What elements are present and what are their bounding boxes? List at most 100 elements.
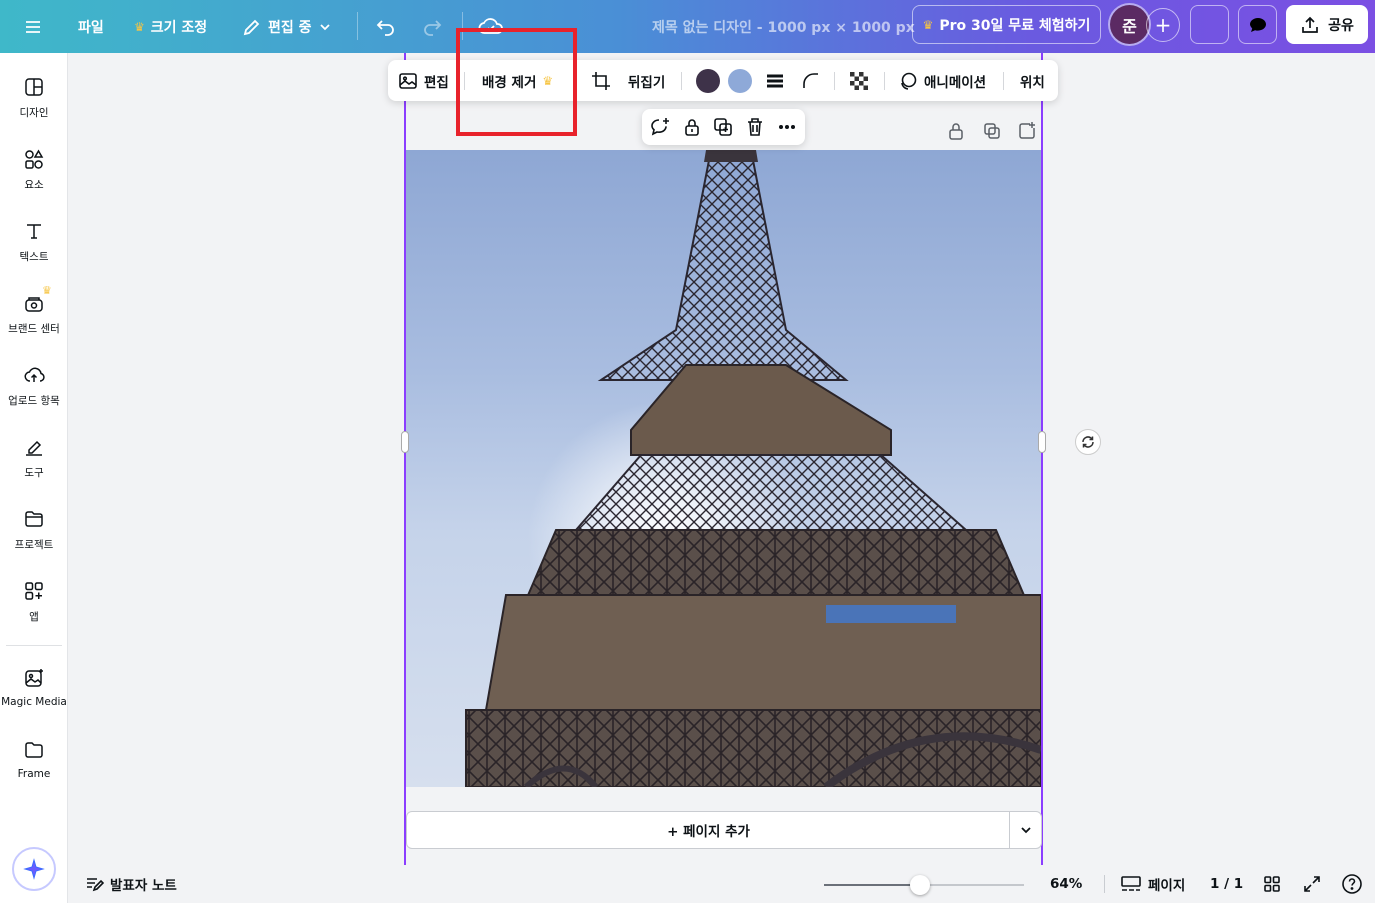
- color-swatch-dark[interactable]: [696, 69, 720, 93]
- add-page-button[interactable]: + 페이지 추가: [407, 812, 1010, 848]
- sidebar-item-design[interactable]: 디자인: [0, 76, 68, 120]
- sidebar-item-tools[interactable]: 도구: [0, 436, 68, 480]
- editing-label: 편집 중: [268, 19, 312, 36]
- resize-handle-right[interactable]: [1038, 431, 1046, 453]
- transparency-icon: [850, 71, 868, 90]
- menu-button[interactable]: [22, 0, 44, 53]
- pencil-icon: [243, 19, 260, 35]
- border-style-button[interactable]: [764, 60, 786, 101]
- sidebar-item-uploads[interactable]: 업로드 항목: [0, 364, 68, 408]
- sidebar-item-projects[interactable]: 프로젝트: [0, 508, 68, 552]
- rotate-icon: [1082, 436, 1094, 448]
- text-icon: [27, 224, 41, 239]
- pages-button[interactable]: 페이지: [1120, 865, 1185, 903]
- apps-icon: [25, 582, 43, 600]
- divider: [681, 72, 682, 90]
- avatar[interactable]: 준: [1110, 5, 1149, 44]
- crown-icon: ♛: [42, 284, 52, 297]
- add-comment-button[interactable]: [648, 115, 672, 139]
- add-page-icon: [1019, 122, 1035, 139]
- magic-assistant-button[interactable]: [12, 847, 56, 891]
- pro-trial-label: Pro 30일 무료 체험하기: [939, 17, 1091, 34]
- undo-icon: [376, 19, 394, 36]
- flip-button[interactable]: 뒤집기: [628, 60, 665, 101]
- page-counter: 1 / 1: [1210, 865, 1243, 903]
- file-menu[interactable]: 파일: [78, 0, 104, 53]
- redo-button[interactable]: [420, 0, 444, 53]
- add-page-bar: + 페이지 추가: [406, 811, 1042, 849]
- grid-icon: [1264, 876, 1280, 892]
- crop-button[interactable]: [590, 60, 612, 101]
- animate-label: 애니메이션: [924, 74, 987, 91]
- page-add-button[interactable]: [1017, 121, 1037, 141]
- divider: [1104, 875, 1105, 893]
- trash-icon: [748, 118, 762, 136]
- notes-icon: [87, 878, 104, 892]
- position-label: 위치: [1020, 74, 1045, 91]
- invite-plus-button[interactable]: +: [1146, 8, 1180, 42]
- sparkle-icon: [23, 858, 45, 880]
- sidebar-item-elements[interactable]: 요소: [0, 148, 68, 192]
- grid-view-button[interactable]: [1262, 865, 1282, 903]
- divider: [1003, 72, 1004, 90]
- chevron-down-icon: [319, 23, 330, 30]
- notes-label: 발표자 노트: [110, 878, 177, 894]
- lock-icon: [949, 123, 963, 140]
- delete-button[interactable]: [743, 115, 767, 139]
- editing-mode-dropdown[interactable]: 편집 중: [242, 0, 332, 53]
- zoom-slider-fill: [824, 884, 920, 886]
- element-mini-toolbar: [642, 109, 805, 145]
- design-title[interactable]: 제목 없는 디자인 - 1000 px × 1000 px: [652, 0, 915, 53]
- fullscreen-button[interactable]: [1302, 865, 1322, 903]
- comments-button[interactable]: [1238, 5, 1277, 44]
- sidebar-item-text[interactable]: 텍스트: [0, 220, 68, 264]
- page-duplicate-button[interactable]: [982, 121, 1002, 141]
- share-button[interactable]: 공유: [1286, 5, 1368, 44]
- page-lock-button[interactable]: [946, 121, 966, 141]
- image-edit-icon: [399, 72, 417, 89]
- folder-icon: [25, 511, 43, 527]
- corner-rounding-button[interactable]: [800, 60, 822, 101]
- edit-label: 편집: [424, 74, 449, 91]
- elements-icon: [25, 149, 44, 169]
- comment-add-icon: [651, 118, 669, 136]
- draw-icon: [26, 440, 42, 456]
- edit-image-button[interactable]: 편집: [398, 60, 449, 101]
- sidebar-item-label: 프로젝트: [14, 539, 54, 551]
- eiffel-tower-image[interactable]: [406, 150, 1041, 787]
- color-swatch-blue[interactable]: [728, 69, 752, 93]
- upload-share-icon: [1302, 16, 1318, 33]
- sidebar-item-label: 업로드 항목: [8, 395, 60, 407]
- pages-icon: [1121, 876, 1141, 891]
- bottom-bar: 발표자 노트 64% 페이지 1 / 1: [68, 865, 1375, 903]
- sidebar-item-magic-media[interactable]: Magic Media: [0, 667, 68, 708]
- sidebar-item-label: Frame: [17, 768, 51, 780]
- crown-icon: ♛: [134, 19, 145, 34]
- sidebar-item-apps[interactable]: 앱: [0, 580, 68, 624]
- zoom-slider-thumb[interactable]: [910, 875, 930, 895]
- sidebar-divider: [6, 645, 62, 646]
- help-button[interactable]: [1341, 865, 1363, 903]
- animate-button[interactable]: 애니메이션: [898, 60, 986, 101]
- undo-button[interactable]: [374, 0, 398, 53]
- sidebar-item-brand[interactable]: 브랜드 센터: [0, 292, 68, 336]
- insights-button[interactable]: [1190, 5, 1229, 44]
- rotate-button[interactable]: [1075, 429, 1101, 455]
- sidebar-item-frame[interactable]: Frame: [0, 739, 68, 780]
- duplicate-button[interactable]: [711, 115, 735, 139]
- page-count: 1 / 1: [1210, 876, 1244, 892]
- plus-icon: +: [1154, 13, 1172, 37]
- position-button[interactable]: 위치: [1020, 60, 1045, 101]
- share-label: 공유: [1328, 17, 1354, 34]
- resize-button[interactable]: ♛ 크기 조정: [134, 0, 207, 53]
- more-options-button[interactable]: [775, 115, 799, 139]
- divider: [834, 72, 835, 90]
- lock-button[interactable]: [680, 115, 704, 139]
- add-page-options-button[interactable]: [1010, 812, 1042, 848]
- presenter-notes-button[interactable]: 발표자 노트: [84, 865, 177, 903]
- pro-trial-button[interactable]: ♛ Pro 30일 무료 체험하기: [912, 5, 1101, 44]
- resize-handle-left[interactable]: [401, 431, 409, 453]
- zoom-level[interactable]: 64%: [1050, 865, 1082, 903]
- transparency-button[interactable]: [848, 60, 870, 101]
- sidebar-item-label: 도구: [24, 467, 44, 479]
